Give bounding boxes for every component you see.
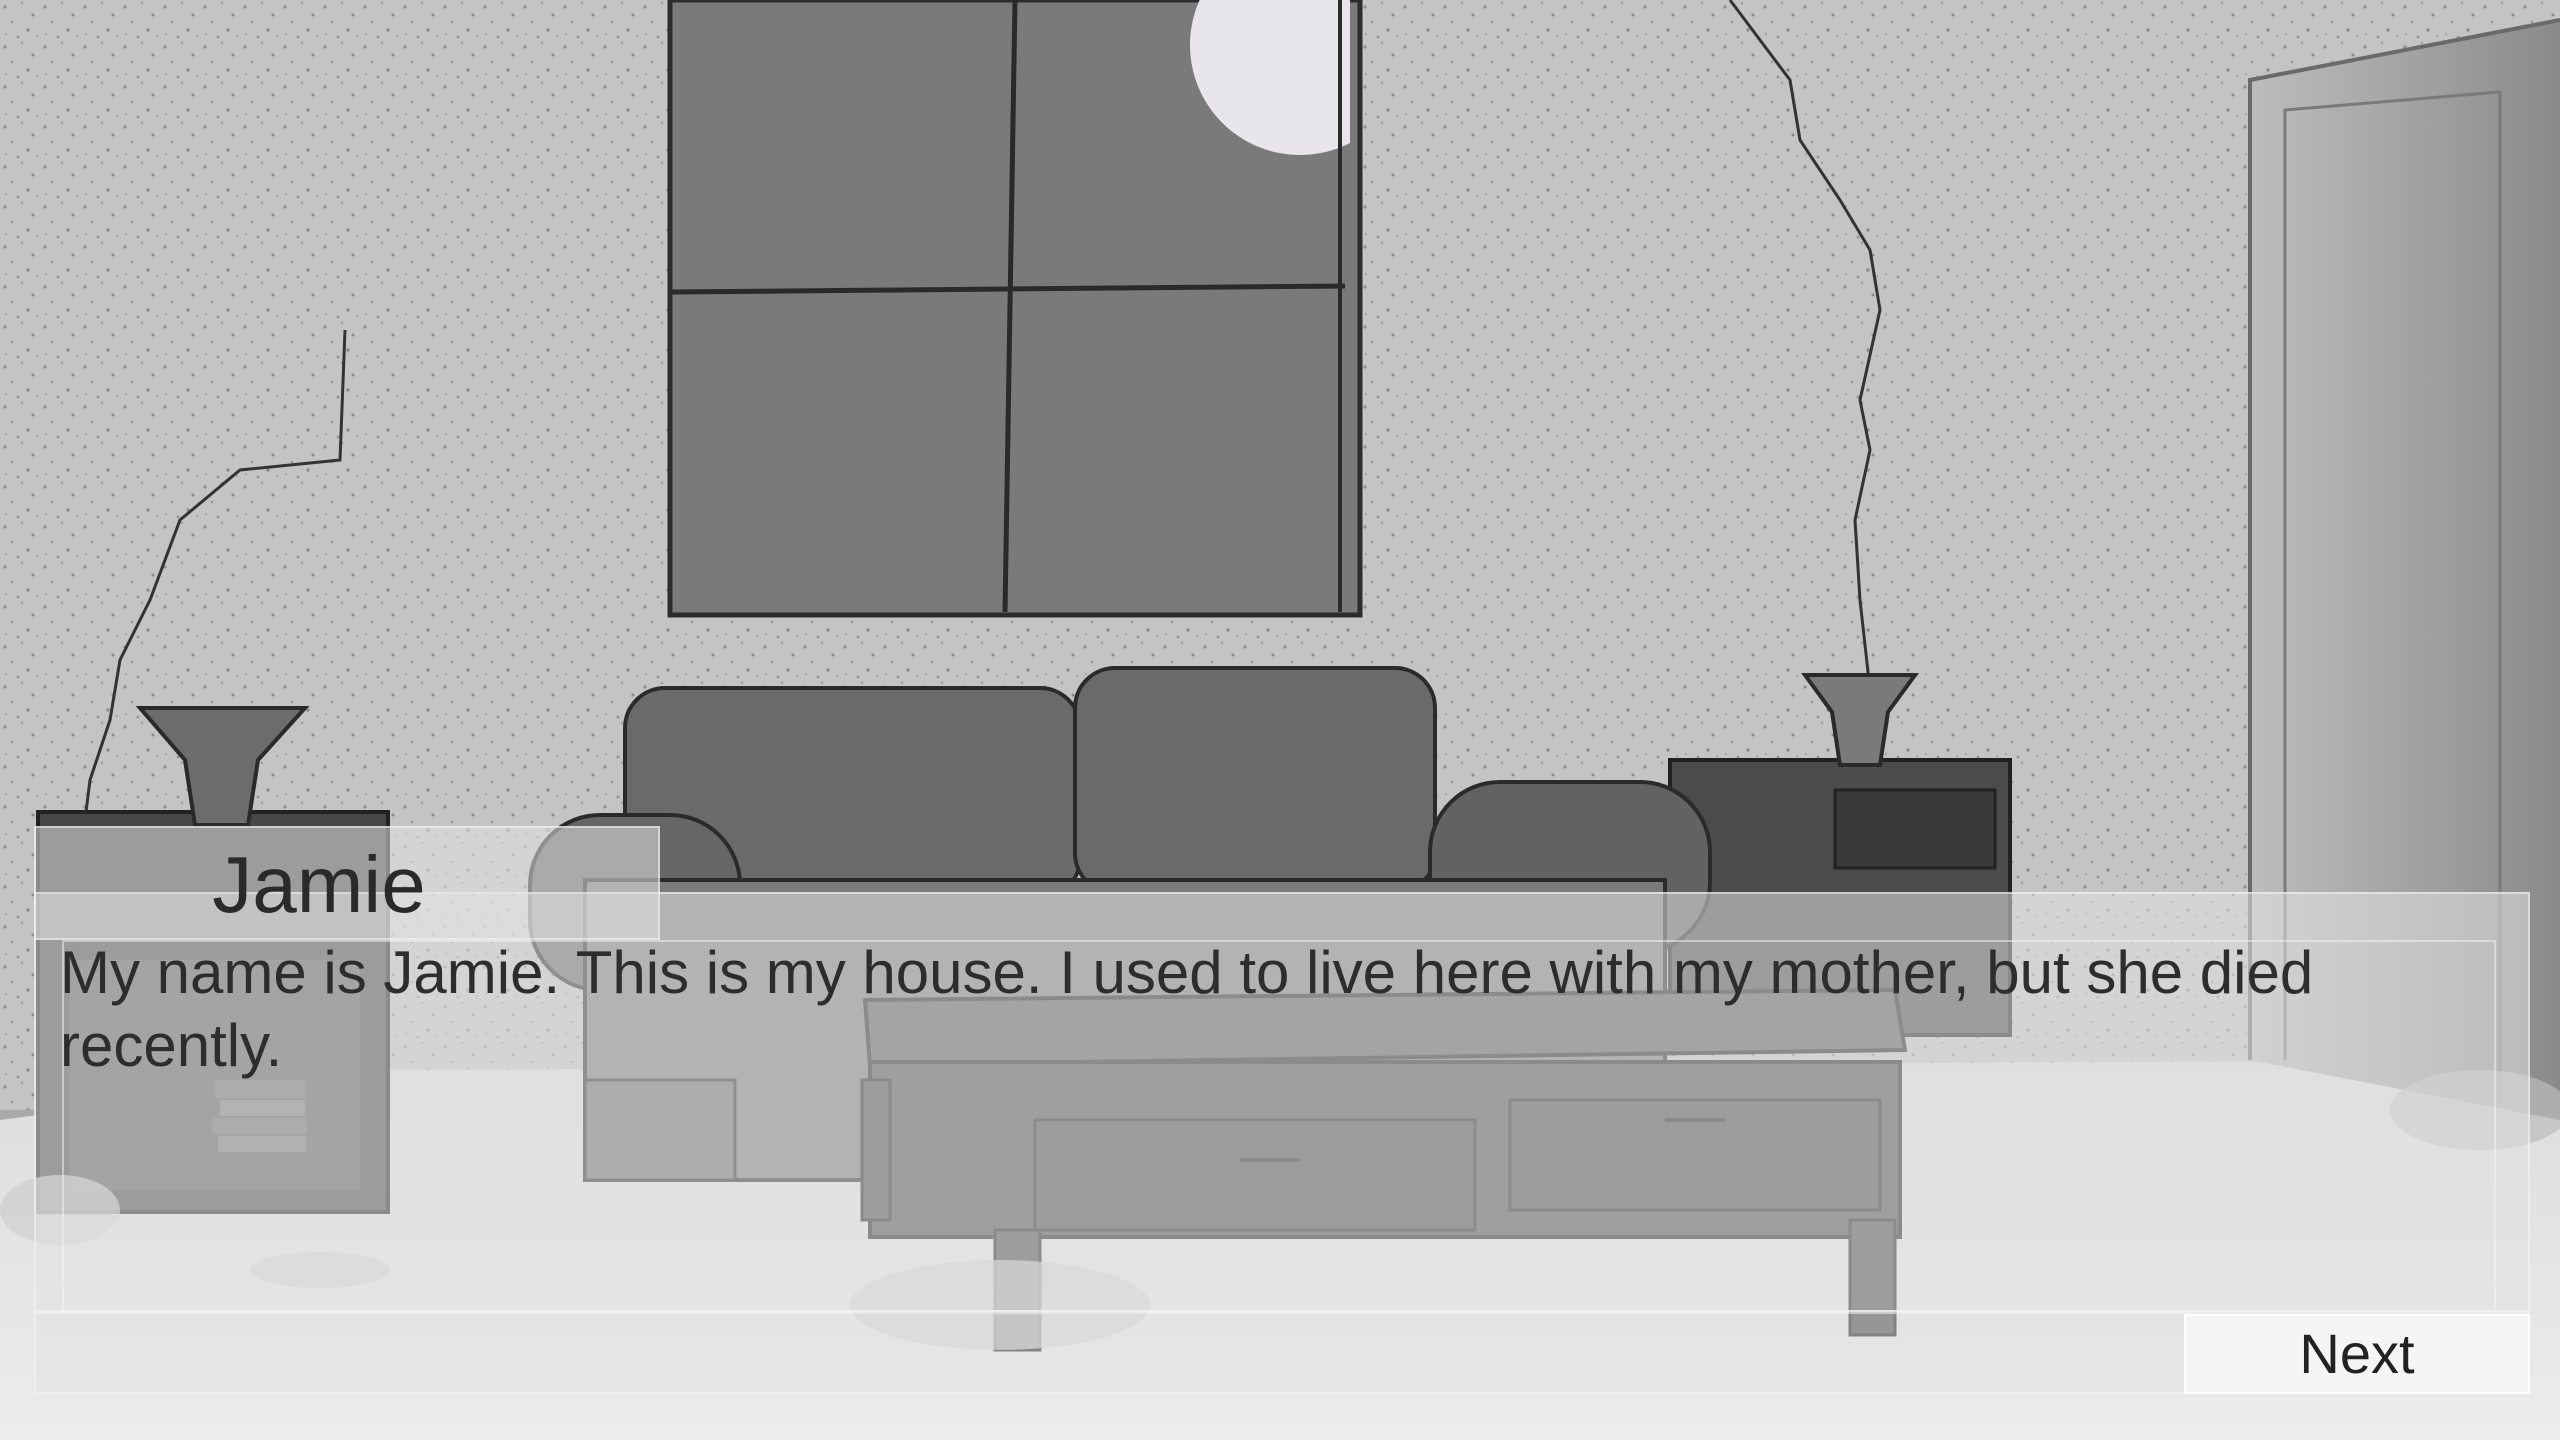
- sofa-back-right: [1073, 666, 1437, 895]
- speaker-nameplate: Jamie: [34, 826, 660, 940]
- game-stage: My name is Jamie. This is my house. I us…: [0, 0, 2560, 1440]
- speaker-name: Jamie: [212, 840, 426, 929]
- next-button[interactable]: Next: [2184, 1314, 2530, 1394]
- dialogue-control-bar: [34, 1312, 2530, 1394]
- dialogue-text: My name is Jamie. This is my house. I us…: [60, 939, 2314, 1079]
